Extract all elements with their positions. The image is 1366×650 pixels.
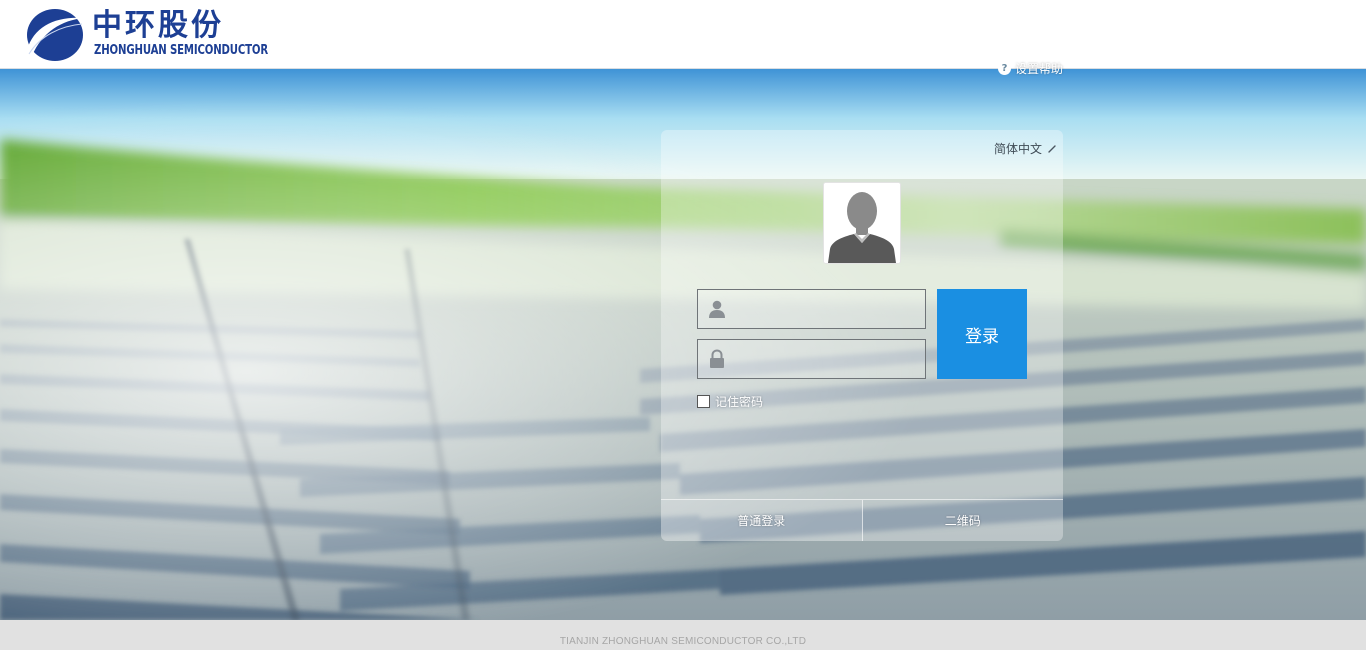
remember-password-label: 记住密码 [715, 395, 764, 409]
remember-password[interactable]: 记住密码 [697, 393, 763, 410]
company-logo[interactable]: 中环股份 ZHONGHUAN SEMICONDUCTOR [26, 8, 268, 64]
help-link-label: 设置帮助 [1015, 61, 1064, 76]
user-icon [709, 300, 725, 318]
remember-password-checkbox[interactable] [697, 395, 710, 408]
help-link[interactable]: ? 设置帮助 [998, 60, 1063, 76]
default-user-avatar [824, 183, 900, 263]
tab-normal-login[interactable]: 普通登录 [661, 500, 863, 541]
logo-cn-name: 中环股份 [92, 8, 224, 43]
lock-icon [710, 349, 724, 368]
question-circle-icon: ? [998, 61, 1011, 75]
login-panel: 简体中文 登录 记住密码 普通登录 二维码 [661, 130, 1063, 541]
language-switcher[interactable]: 简体中文 [994, 140, 1057, 157]
pencil-icon [1048, 144, 1056, 153]
password-input[interactable] [728, 341, 925, 377]
page-header: 中环股份 ZHONGHUAN SEMICONDUCTOR [0, 0, 1366, 69]
language-label: 简体中文 [993, 142, 1042, 156]
username-field[interactable] [697, 289, 926, 329]
copyright-text: TIANJIN ZHONGHUAN SEMICONDUCTOR CO.,LTD [559, 635, 807, 647]
username-input[interactable] [728, 291, 925, 327]
logo-mark-icon [27, 9, 84, 61]
login-button[interactable]: 登录 [937, 289, 1027, 379]
login-mode-tabs: 普通登录 二维码 [661, 499, 1063, 541]
password-field[interactable] [697, 339, 926, 379]
tab-qr-code[interactable]: 二维码 [863, 500, 1064, 541]
user-avatar [823, 182, 901, 264]
page-footer: TIANJIN ZHONGHUAN SEMICONDUCTOR CO.,LTD [0, 620, 1366, 650]
logo-en-name: ZHONGHUAN SEMICONDUCTOR [94, 43, 269, 58]
